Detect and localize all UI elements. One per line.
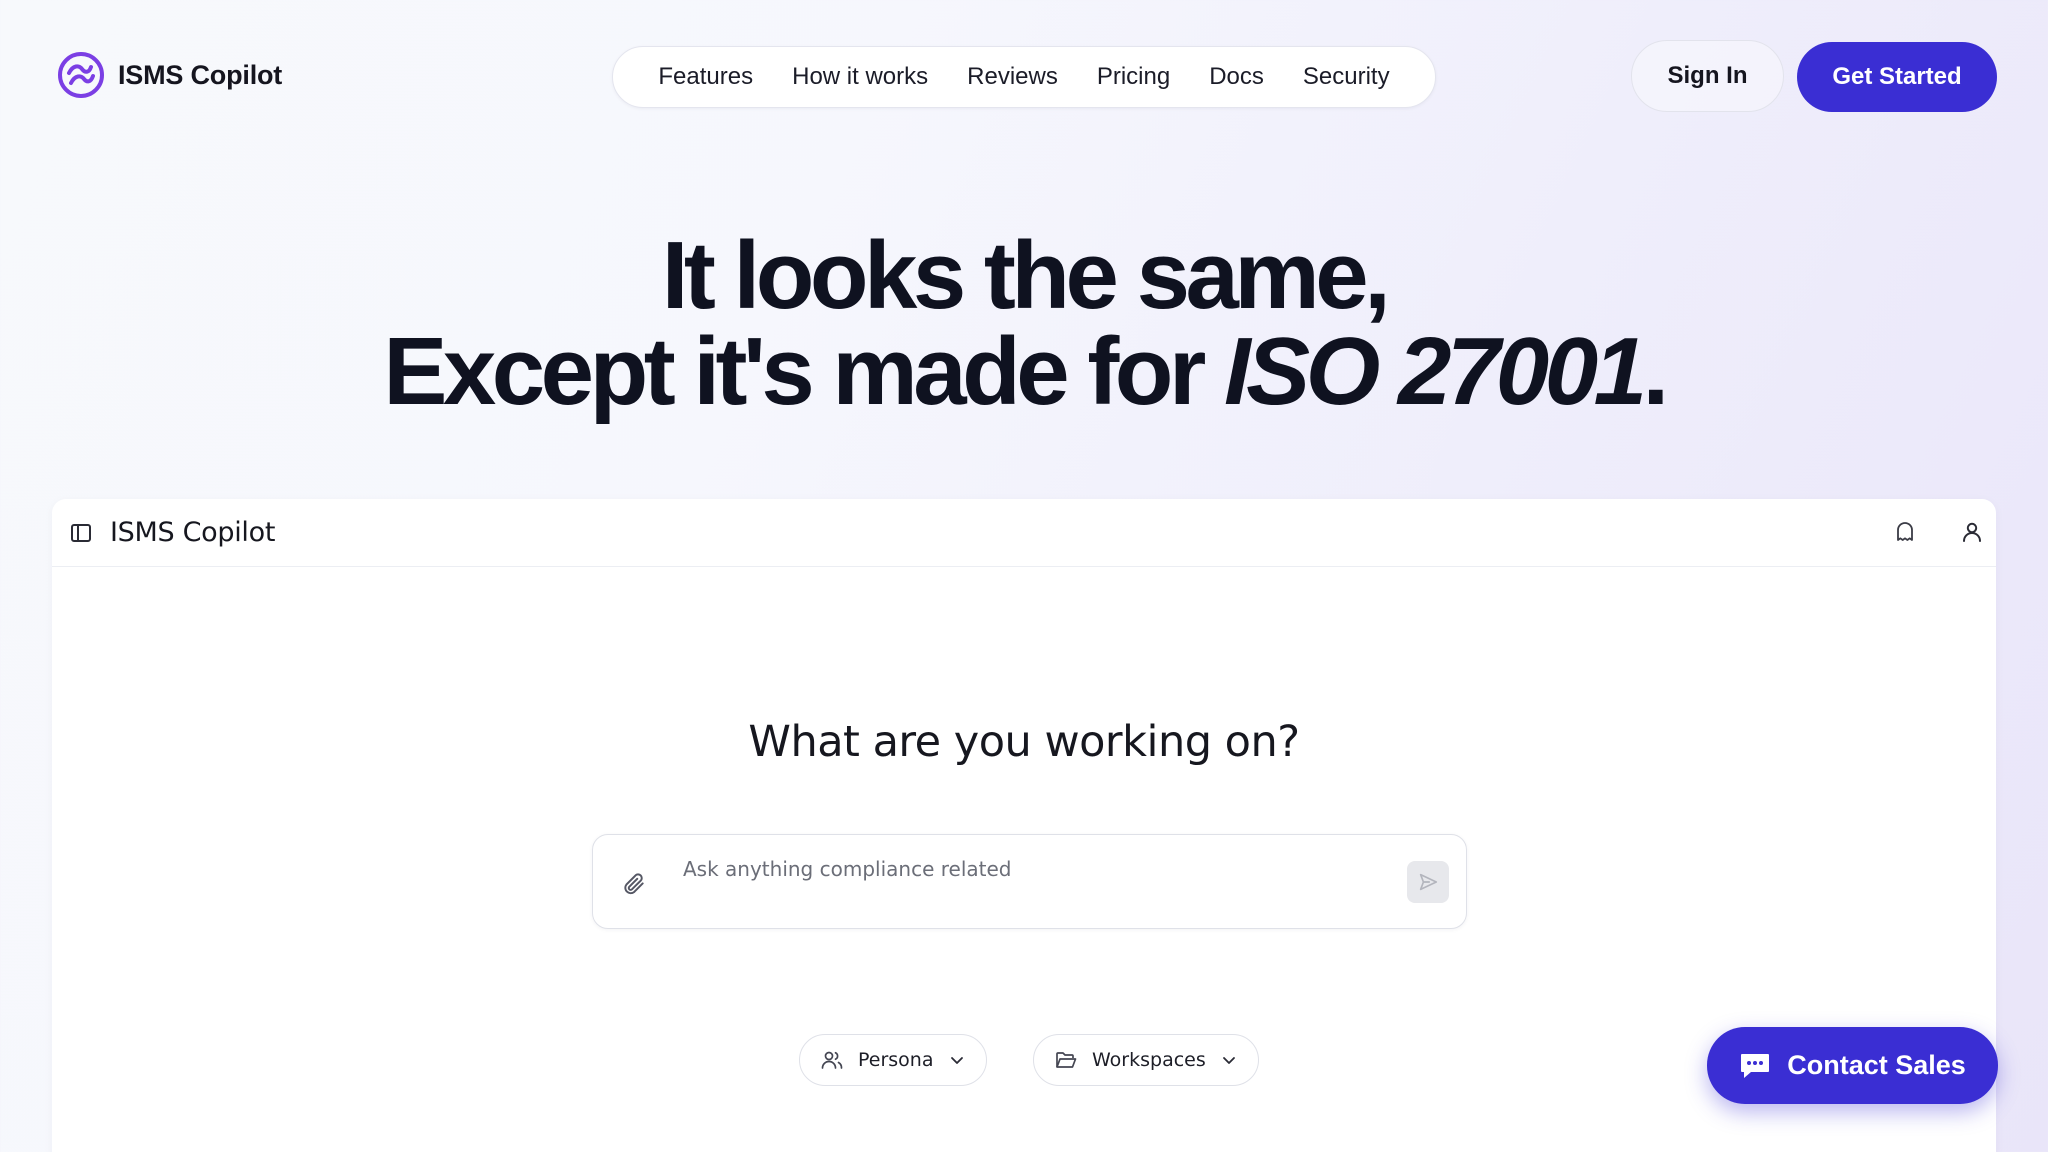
- nav-link-features[interactable]: Features: [658, 63, 753, 91]
- nav-link-how-it-works[interactable]: How it works: [792, 63, 928, 91]
- nav-link-security[interactable]: Security: [1303, 63, 1390, 91]
- chat-input-box: [592, 834, 1467, 929]
- workspaces-label: Workspaces: [1092, 1049, 1206, 1071]
- isms-logo-icon: [58, 52, 104, 98]
- send-icon: [1419, 873, 1438, 891]
- hero-line-2-prefix: Except it's made for: [383, 318, 1224, 425]
- app-preview-header: ISMS Copilot: [52, 499, 1996, 567]
- prompt-heading: What are you working on?: [748, 717, 1300, 767]
- sidebar-toggle-icon[interactable]: [70, 522, 92, 544]
- hero-line-2: Except it's made for ISO 27001.: [0, 324, 2048, 420]
- app-preview-title: ISMS Copilot: [110, 517, 276, 548]
- nav-link-docs[interactable]: Docs: [1209, 63, 1264, 91]
- main-nav: Features How it works Reviews Pricing Do…: [612, 46, 1436, 108]
- get-started-button[interactable]: Get Started: [1797, 42, 1997, 112]
- persona-label: Persona: [858, 1049, 934, 1071]
- send-button[interactable]: [1407, 861, 1449, 903]
- workspaces-dropdown[interactable]: Workspaces: [1033, 1034, 1259, 1086]
- folder-open-icon: [1056, 1052, 1077, 1068]
- hero-emphasis: ISO 27001: [1223, 318, 1647, 425]
- chevron-down-icon: [950, 1057, 963, 1064]
- hero-line-2-suffix: .: [1642, 318, 1669, 425]
- sign-in-button[interactable]: Sign In: [1631, 40, 1784, 112]
- chevron-down-icon: [1222, 1057, 1235, 1064]
- nav-link-pricing[interactable]: Pricing: [1097, 63, 1170, 91]
- app-preview-card: ISMS Copilot What are you working on? Pe…: [52, 499, 1996, 1152]
- paperclip-icon[interactable]: [621, 871, 647, 897]
- nav-link-reviews[interactable]: Reviews: [967, 63, 1058, 91]
- hero-headline: It looks the same, Except it's made for …: [0, 228, 2048, 420]
- persona-dropdown[interactable]: Persona: [799, 1034, 987, 1086]
- users-icon: [821, 1051, 843, 1069]
- hero-line-1: It looks the same,: [661, 222, 1391, 329]
- contact-sales-button[interactable]: Contact Sales: [1707, 1027, 1998, 1104]
- contact-sales-label: Contact Sales: [1787, 1050, 1966, 1080]
- ghost-icon[interactable]: [1893, 520, 1917, 544]
- brand-name: ISMS Copilot: [118, 59, 283, 90]
- user-icon[interactable]: [1960, 520, 1984, 544]
- chat-input[interactable]: [683, 849, 1383, 889]
- brand[interactable]: ISMS Copilot: [58, 52, 282, 98]
- chat-bubble-icon: [1741, 1053, 1770, 1078]
